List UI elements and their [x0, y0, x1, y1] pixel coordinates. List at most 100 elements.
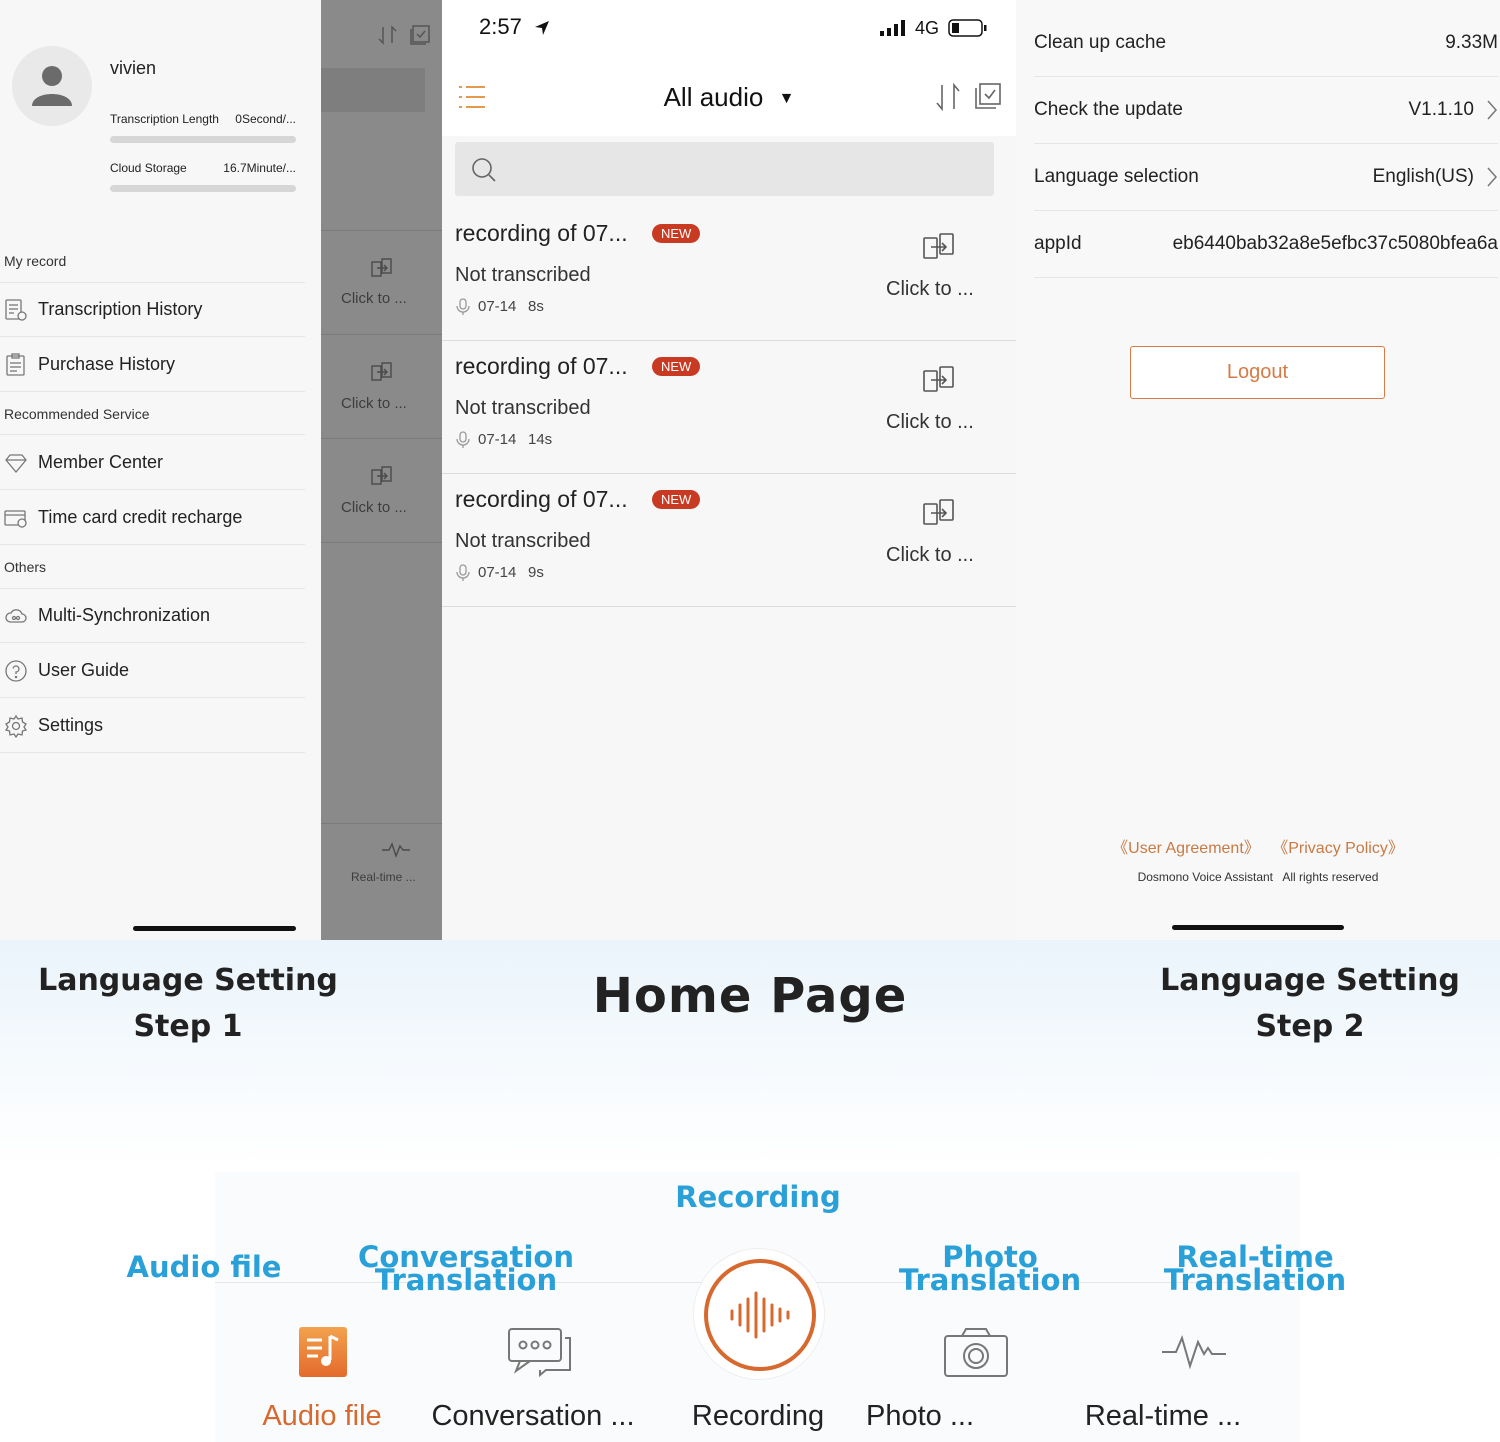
user-agreement-link[interactable]: 《User Agreement》 — [1112, 840, 1260, 857]
card-icon — [4, 510, 27, 528]
search-input[interactable] — [455, 142, 994, 196]
menu-item-user-guide[interactable]: User Guide — [0, 644, 305, 698]
menu-item-transcription-history[interactable]: Transcription History — [0, 283, 305, 337]
camera-icon[interactable] — [942, 1326, 1010, 1380]
setting-clean-cache[interactable]: Clean up cache 9.33M — [1034, 10, 1498, 77]
caption-line: Step 1 — [133, 1009, 243, 1044]
recording-item[interactable]: recording of 07... NEW Not transcribed 0… — [442, 474, 1016, 607]
ghost-realtime-label: Real-time ... — [351, 870, 416, 884]
sort-icon[interactable] — [934, 82, 962, 112]
callout-recording: Recording — [675, 1180, 841, 1214]
signal-icon — [880, 20, 905, 36]
recording-status: Not transcribed — [455, 530, 591, 552]
section-recommended-service: Recommended Service — [4, 406, 150, 422]
multi-select-icon[interactable] — [974, 82, 1002, 110]
transcribe-icon[interactable] — [922, 363, 956, 397]
ghost-action-label: Click to ... — [341, 290, 407, 307]
page-title: All audio — [663, 82, 764, 112]
divider — [321, 230, 442, 231]
caption-language-step2: Language Setting Step 2 — [1160, 958, 1460, 1050]
recording-title: recording of 07... — [455, 220, 628, 246]
caption-language-step1: Language Setting Step 1 — [38, 958, 338, 1050]
tab-photo[interactable]: Photo ... — [852, 1400, 988, 1433]
user-icon — [32, 66, 72, 106]
new-badge: NEW — [652, 357, 701, 376]
menu-item-label: Transcription History — [38, 299, 203, 319]
location-arrow-icon — [535, 21, 549, 35]
setting-label: Check the update — [1034, 99, 1183, 120]
menu-item-label: Settings — [38, 715, 104, 735]
callout-realtime-translation: Real-time Translation — [1140, 1243, 1370, 1295]
transcription-length-stat: Transcription Length 0Second/... — [110, 112, 296, 126]
recording-item[interactable]: recording of 07... NEW Not transcribed 0… — [442, 208, 1016, 341]
menu-item-settings[interactable]: Settings — [0, 699, 305, 753]
callout-photo-translation: Photo Translation — [880, 1243, 1100, 1295]
recording-status: Not transcribed — [455, 264, 591, 286]
recording-date: 07-14 — [478, 298, 517, 315]
record-button[interactable] — [693, 1248, 825, 1380]
recording-length: 14s — [528, 431, 553, 448]
logout-button[interactable]: Logout — [1130, 346, 1385, 399]
cloud-storage-label: Cloud Storage — [110, 161, 187, 175]
setting-value: 9.33M — [1445, 32, 1498, 53]
battery-icon — [948, 19, 987, 37]
tab-audio-file[interactable]: Audio file — [252, 1400, 392, 1433]
help-circle-icon — [5, 660, 27, 682]
menu-item-multi-sync[interactable]: Multi-Synchronization — [0, 589, 305, 643]
menu-item-purchase-history[interactable]: Purchase History — [0, 338, 305, 392]
tab-realtime[interactable]: Real-time ... — [1074, 1400, 1252, 1433]
status-time: 2:57 — [479, 14, 522, 39]
ghost-action-label: Click to ... — [341, 395, 407, 412]
audio-file-icon[interactable] — [298, 1326, 348, 1378]
recording-length: 8s — [528, 298, 544, 315]
search-shade — [321, 68, 425, 112]
transcribe-icon[interactable] — [922, 230, 956, 264]
menu-item-label: Time card credit recharge — [38, 507, 243, 527]
callout-conversation-translation: Conversation Translation — [336, 1243, 596, 1297]
waveform-icon[interactable] — [1160, 1332, 1228, 1372]
transcribe-icon — [371, 362, 392, 381]
recording-date: 07-14 — [478, 564, 517, 581]
divider — [321, 823, 442, 824]
divider — [321, 542, 442, 543]
audio-filter-dropdown[interactable]: All audio ▼ — [442, 82, 1016, 113]
cloud-storage-stat: Cloud Storage 16.7Minute/... — [110, 161, 296, 175]
document-clock-icon — [5, 299, 27, 321]
divider — [321, 334, 442, 335]
setting-check-update[interactable]: Check the update V1.1.10 — [1034, 77, 1498, 144]
setting-label: Clean up cache — [1034, 32, 1167, 53]
section-others: Others — [4, 559, 47, 575]
home-indicator — [1172, 925, 1344, 930]
avatar[interactable] — [12, 46, 92, 126]
transcribe-label[interactable]: Click to ... — [886, 544, 974, 567]
drawer-panel: vivien Transcription Length 0Second/... … — [0, 0, 321, 940]
drawer-overlay[interactable]: Click to ... Click to ... Click to ... R… — [321, 0, 442, 940]
menu-item-time-card[interactable]: Time card credit recharge — [0, 491, 305, 545]
recording-item[interactable]: recording of 07... NEW Not transcribed 0… — [442, 341, 1016, 474]
transcribe-label[interactable]: Click to ... — [886, 411, 974, 434]
sound-wave-icon — [730, 1291, 790, 1339]
recording-title: recording of 07... — [455, 486, 628, 512]
setting-language[interactable]: Language selection English(US) — [1034, 144, 1498, 211]
callout-line: Translation — [374, 1263, 558, 1297]
caption-line: Language Setting — [38, 963, 338, 998]
search-icon — [472, 158, 496, 182]
diamond-icon — [5, 454, 27, 474]
top-nav: All audio ▼ — [442, 60, 1016, 136]
setting-label: Language selection — [1034, 166, 1199, 187]
tab-conversation[interactable]: Conversation ... — [420, 1400, 646, 1433]
microphone-icon — [456, 298, 470, 315]
tab-recording[interactable]: Recording — [680, 1400, 836, 1433]
caret-down-icon: ▼ — [778, 90, 795, 107]
copyright: Dosmono Voice Assistant All rights reser… — [1016, 870, 1500, 884]
privacy-policy-link[interactable]: 《Privacy Policy》 — [1272, 840, 1404, 857]
chevron-right-icon — [1487, 167, 1498, 187]
rights-text: All rights reserved — [1282, 870, 1379, 884]
clipboard-list-icon — [6, 353, 25, 376]
caption-home-page: Home Page — [592, 968, 908, 1024]
waveform-icon — [382, 842, 410, 859]
menu-item-member-center[interactable]: Member Center — [0, 436, 305, 490]
transcribe-label[interactable]: Click to ... — [886, 278, 974, 301]
conversation-icon[interactable] — [506, 1326, 574, 1378]
transcribe-icon[interactable] — [922, 496, 956, 530]
